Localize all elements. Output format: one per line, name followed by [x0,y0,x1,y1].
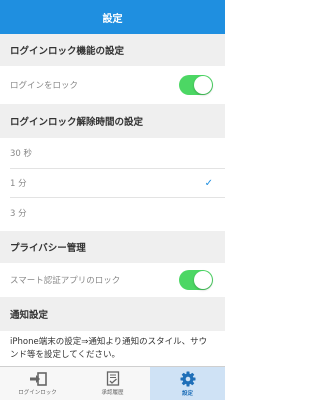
checkmark-icon: ✓ [204,177,213,189]
section-title: ログインロック機能の設定 [10,46,125,57]
login-lock-toggle[interactable] [179,75,213,95]
section-header-notification: 通知設定 [0,297,225,331]
tab-label: 設定 [181,390,193,397]
page-title: 設定 [102,13,123,25]
option-label: 30 秒 [10,149,33,159]
option-label: 3 分 [10,208,27,219]
login-lock-row[interactable]: ログインをロック [0,66,225,104]
gear-icon [180,371,195,386]
tab-history[interactable]: 承認履歴 [75,367,150,400]
nav-bar: 設定 [0,0,225,34]
history-icon [106,371,119,386]
section-title: 通知設定 [10,310,49,321]
privacy-lock-row[interactable]: スマート認証アプリのロック [0,263,225,297]
tab-label: ログインロック [18,389,57,396]
login-icon [29,371,47,386]
login-lock-label: ログインをロック [10,81,79,91]
tab-login-lock[interactable]: ログインロック [0,367,75,400]
unlock-option-3m[interactable]: 3 分 [0,198,225,227]
unlock-option-30s[interactable]: 30 秒 [0,138,225,168]
tab-settings[interactable]: 設定 [150,367,225,400]
tab-label: 承認履歴 [101,390,124,396]
section-header-login-lock: ログインロック機能の設定 [0,34,225,66]
section-title: プライバシー管理 [10,243,86,254]
unlock-option-1m[interactable]: 1 分 ✓ [0,169,225,197]
privacy-lock-label: スマート認証アプリのロック [10,276,121,286]
option-label: 1 分 [10,179,27,189]
notification-description: iPhone端末の設定⇒通知より通知のスタイル、サウンド等を設定してください。 [0,336,225,362]
section-header-unlock-time: ログインロック解除時間の設定 [0,104,225,138]
tab-bar: ログインロック 承認履歴 設定 [0,366,225,400]
section-header-privacy: プライバシー管理 [0,231,225,263]
privacy-lock-toggle[interactable] [179,270,213,290]
section-title: ログインロック解除時間の設定 [10,117,144,128]
